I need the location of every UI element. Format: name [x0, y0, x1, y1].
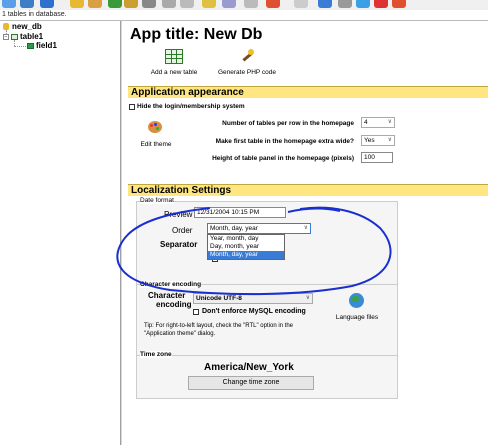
field-icon: [27, 43, 34, 49]
main-panel: App title: New Db Add a new table Genera…: [122, 21, 488, 445]
language-files-label: Language files: [335, 314, 379, 321]
edit-theme-button[interactable]: Edit theme: [138, 121, 174, 151]
tree-root-database[interactable]: new_db: [12, 22, 42, 31]
help-icon[interactable]: [294, 0, 308, 8]
tables-per-row-label: Number of tables per row in the homepage: [222, 120, 354, 127]
change-time-zone-label: Change time zone: [222, 379, 280, 386]
globe-icon: [349, 293, 364, 308]
folder-icon[interactable]: [2, 0, 16, 8]
appearance-section-header: Application appearance: [128, 86, 488, 98]
char-encoding-title: Character encoding: [140, 281, 202, 288]
char-encoding-value: Unicode UTF-8: [196, 295, 242, 302]
add-table-label: Add a new table: [150, 69, 198, 76]
theme-icon[interactable]: [88, 0, 102, 8]
wand-icon[interactable]: [202, 0, 216, 8]
database-icon[interactable]: [70, 0, 84, 8]
first-table-wide-value: Yes: [364, 137, 375, 144]
collapse-toggle-icon[interactable]: −: [3, 34, 9, 40]
toolbar: [0, 0, 488, 10]
tree-item-field1[interactable]: field1: [36, 41, 57, 50]
chevron-down-icon: ∨: [387, 137, 392, 143]
preview-label: Preview: [164, 210, 193, 219]
notes-icon[interactable]: [180, 0, 194, 8]
date-order-dropdown[interactable]: Year, month, day Day, month, year Month,…: [207, 234, 285, 260]
list-icon[interactable]: [244, 0, 258, 8]
status-bar: 1 tables in database.: [0, 10, 488, 21]
char-encoding-label: Character: [148, 291, 186, 300]
dropdown-option-selected[interactable]: Month, day, year: [208, 251, 284, 259]
add-table-button[interactable]: Add a new table: [148, 49, 200, 83]
tools-icon[interactable]: [142, 0, 156, 8]
edit-theme-label: Edit theme: [140, 141, 172, 148]
time-zone-title: Time zone: [140, 351, 172, 358]
dropdown-option[interactable]: Year, month, day: [208, 235, 284, 243]
date-order-select[interactable]: Month, day, year ∨: [207, 223, 311, 234]
time-zone-value: America/New_York: [204, 362, 294, 373]
tables-per-row-value: 4: [364, 119, 368, 126]
hide-login-checkbox[interactable]: [129, 104, 135, 110]
twitter-icon[interactable]: [356, 0, 370, 8]
generate-icon[interactable]: [124, 0, 138, 8]
char-encoding-label-2: encoding: [156, 300, 192, 309]
status-text: 1 tables in database.: [2, 11, 67, 18]
chevron-down-icon: ∨: [305, 295, 310, 301]
change-time-zone-button[interactable]: Change time zone: [188, 376, 314, 390]
table-icon[interactable]: [108, 0, 122, 8]
language-files-button[interactable]: Language files: [334, 293, 380, 323]
project-tree: new_db − table1 field1: [0, 21, 121, 445]
settings-icon[interactable]: [222, 0, 236, 8]
magic-wand-icon: [240, 49, 254, 63]
globe-icon[interactable]: [318, 0, 332, 8]
table-grid-icon: [165, 49, 183, 64]
table-panel-height-input[interactable]: 100: [361, 152, 393, 163]
home-icon[interactable]: [40, 0, 54, 8]
chat-icon[interactable]: [338, 0, 352, 8]
date-format-title: Date format: [140, 197, 174, 204]
youtube-icon[interactable]: [374, 0, 388, 8]
rtl-tip: Tip: For right-to-left layout, check the…: [144, 323, 293, 329]
chevron-down-icon: ∨: [387, 119, 392, 125]
tree-item-table1[interactable]: table1: [20, 32, 43, 41]
separator-label: Separator: [160, 240, 198, 249]
chevron-down-icon: ∨: [303, 225, 308, 231]
table-panel-height-label: Height of table panel in the homepage (p…: [212, 155, 354, 162]
pen-icon[interactable]: [266, 0, 280, 8]
open-icon[interactable]: [20, 0, 34, 8]
order-label: Order: [172, 226, 193, 235]
first-table-wide-select[interactable]: Yes ∨: [361, 135, 395, 146]
dont-enforce-mysql-checkbox[interactable]: [193, 309, 199, 315]
plus-icon[interactable]: [392, 0, 406, 8]
palette-icon: [148, 121, 162, 133]
page-icon[interactable]: [162, 0, 176, 8]
generate-php-label: Generate PHP code: [217, 69, 277, 76]
generate-php-button[interactable]: Generate PHP code: [217, 49, 277, 83]
date-preview-field: 12/31/2004 10:15 PM: [194, 207, 286, 218]
localization-section-header: Localization Settings: [128, 184, 488, 196]
date-order-value: Month, day, year: [210, 225, 258, 232]
first-table-wide-label: Make first table in the homepage extra w…: [215, 138, 354, 145]
database-icon: [3, 23, 9, 30]
hide-login-label: Hide the login/membership system: [137, 103, 245, 110]
rtl-tip-2: "Application theme" dialog.: [144, 331, 216, 337]
app-title[interactable]: App title: New Db: [130, 26, 262, 44]
char-encoding-select[interactable]: Unicode UTF-8 ∨: [193, 293, 313, 304]
dont-enforce-mysql-label: Don't enforce MySQL encoding: [202, 308, 306, 315]
dropdown-option[interactable]: Day, month, year: [208, 243, 284, 251]
tables-per-row-select[interactable]: 4 ∨: [361, 117, 395, 128]
